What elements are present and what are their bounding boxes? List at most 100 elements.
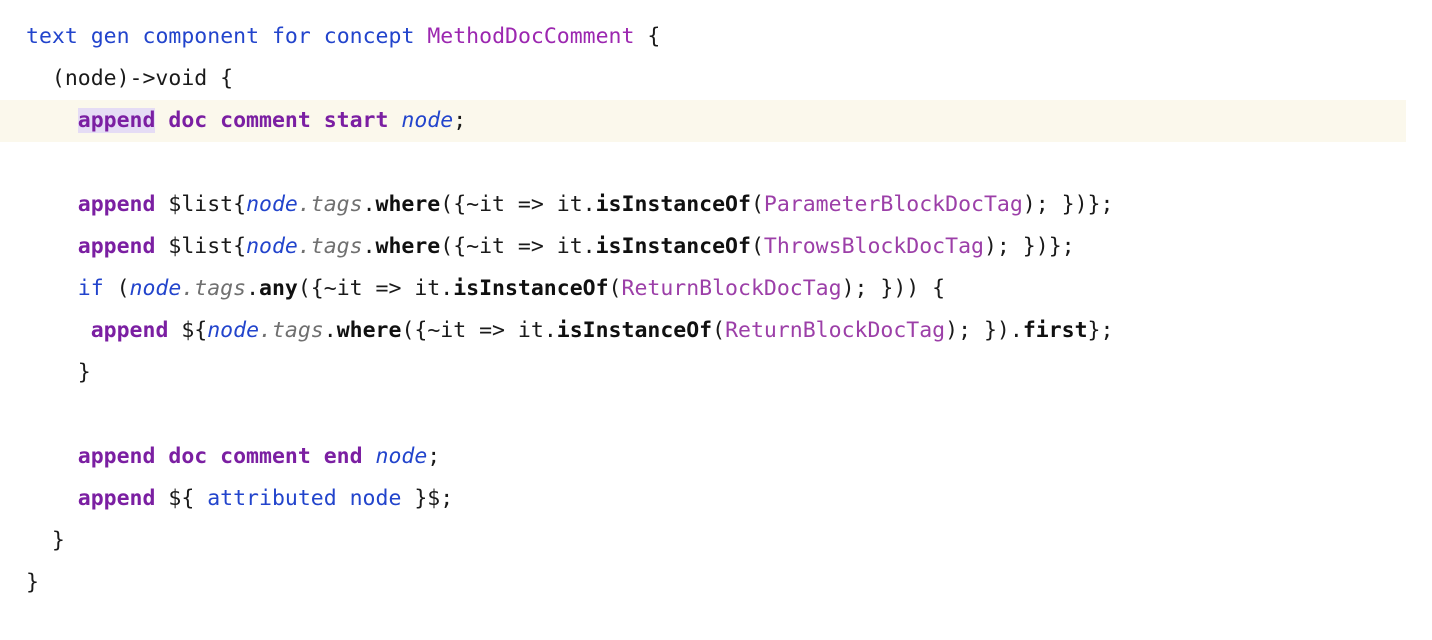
paren-open: ( xyxy=(750,192,764,217)
any-method[interactable]: any xyxy=(259,276,298,301)
doc-comment-start-command[interactable]: doc comment start xyxy=(168,108,388,133)
append-keyword[interactable]: append xyxy=(78,192,156,217)
paren-open: ( xyxy=(608,276,622,301)
code-line-7[interactable]: if (node.tags.any({~it => it.isInstanceO… xyxy=(0,268,1432,310)
node-variable[interactable]: node xyxy=(246,234,298,259)
tags-property[interactable]: .tags xyxy=(298,192,363,217)
code-line-12[interactable]: append ${ attributed node }$; xyxy=(0,478,1432,520)
keyword-concept: concept xyxy=(323,24,415,49)
dot: . xyxy=(440,276,454,301)
code-line-8[interactable]: append ${node.tags.where({~it => it.isIn… xyxy=(0,310,1432,352)
append-keyword[interactable]: append xyxy=(78,486,156,511)
code-editor[interactable]: text gen component for concept MethodDoc… xyxy=(0,0,1432,640)
semicolon: ; xyxy=(427,444,441,469)
code-line-1[interactable]: text gen component for concept MethodDoc… xyxy=(0,16,1432,58)
attributed-node-expression[interactable]: attributed node xyxy=(194,486,414,511)
dot: . xyxy=(582,234,596,259)
code-line-3[interactable]: append doc comment start node; xyxy=(0,100,1406,142)
dot: . xyxy=(323,318,337,343)
paren-open: ( xyxy=(750,234,764,259)
keyword-for: for xyxy=(271,24,311,49)
code-line-5[interactable]: append $list{node.tags.where({~it => it.… xyxy=(0,184,1432,226)
lambda-open: ({~it => it xyxy=(440,192,583,217)
code-line-14[interactable]: } xyxy=(0,562,1432,604)
class-reference[interactable]: ReturnBlockDocTag xyxy=(622,276,842,301)
lambda-open: ({~it => it xyxy=(401,318,544,343)
code-line-2[interactable]: (node)->void { xyxy=(0,58,1432,100)
lambda-open: ({~it => it xyxy=(440,234,583,259)
isinstanceof-method[interactable]: isInstanceOf xyxy=(557,318,712,343)
append-keyword[interactable]: append xyxy=(78,234,156,259)
where-method[interactable]: where xyxy=(337,318,402,343)
code-line-13[interactable]: } xyxy=(0,520,1432,562)
line-tail: ); })) { xyxy=(841,276,946,301)
keyword-gen: gen xyxy=(90,24,130,49)
class-reference[interactable]: ParameterBlockDocTag xyxy=(764,192,1023,217)
keyword-component: component xyxy=(142,24,260,49)
dot: . xyxy=(362,192,376,217)
tags-property[interactable]: .tags xyxy=(259,318,324,343)
code-line-10-blank[interactable] xyxy=(0,394,1432,436)
brace-close: } xyxy=(26,570,39,595)
line-mid: ); }). xyxy=(945,318,1023,343)
append-keyword[interactable]: append xyxy=(91,318,169,343)
dot: . xyxy=(582,192,596,217)
semicolon: ; xyxy=(453,108,467,133)
dot: . xyxy=(246,276,260,301)
where-method[interactable]: where xyxy=(376,234,441,259)
node-variable[interactable]: node xyxy=(401,108,453,133)
paren-open: ( xyxy=(103,276,130,301)
expression-macro-open: ${ xyxy=(168,486,195,511)
line-tail: ); })}; xyxy=(983,234,1075,259)
node-variable[interactable]: node xyxy=(207,318,259,343)
isinstanceof-method[interactable]: isInstanceOf xyxy=(596,234,751,259)
code-line-9[interactable]: } xyxy=(0,352,1432,394)
if-keyword[interactable]: if xyxy=(78,276,104,301)
expression-macro-open: ${ xyxy=(181,318,208,343)
append-keyword-selected[interactable]: append xyxy=(77,108,156,133)
code-line-4-blank[interactable] xyxy=(0,142,1432,184)
code-line-11[interactable]: append doc comment end node; xyxy=(0,436,1432,478)
brace-open: { xyxy=(647,24,661,49)
append-keyword[interactable]: append xyxy=(78,444,156,469)
method-signature: (node)->void { xyxy=(51,66,234,91)
list-macro-open: $list{ xyxy=(168,234,247,259)
node-variable[interactable]: node xyxy=(130,276,182,301)
first-method[interactable]: first xyxy=(1023,318,1088,343)
where-method[interactable]: where xyxy=(376,192,441,217)
class-reference[interactable]: ThrowsBlockDocTag xyxy=(764,234,984,259)
class-reference[interactable]: ReturnBlockDocTag xyxy=(725,318,945,343)
tags-property[interactable]: .tags xyxy=(298,234,363,259)
isinstanceof-method[interactable]: isInstanceOf xyxy=(453,276,608,301)
paren-open: ( xyxy=(712,318,726,343)
doc-comment-end-command[interactable]: doc comment end xyxy=(168,444,362,469)
node-variable[interactable]: node xyxy=(246,192,298,217)
code-line-6[interactable]: append $list{node.tags.where({~it => it.… xyxy=(0,226,1432,268)
line-tail: }$; xyxy=(414,486,454,511)
line-tail: ); })}; xyxy=(1022,192,1114,217)
node-variable[interactable]: node xyxy=(376,444,428,469)
dot: . xyxy=(362,234,376,259)
tags-property[interactable]: .tags xyxy=(181,276,246,301)
isinstanceof-method[interactable]: isInstanceOf xyxy=(596,192,751,217)
brace-close: } xyxy=(77,360,91,385)
keyword-text: text xyxy=(26,24,78,49)
brace-close: } xyxy=(51,528,65,553)
concept-name[interactable]: MethodDocComment xyxy=(427,24,634,49)
line-tail: }; xyxy=(1087,318,1114,343)
lambda-open: ({~it => it xyxy=(297,276,441,301)
